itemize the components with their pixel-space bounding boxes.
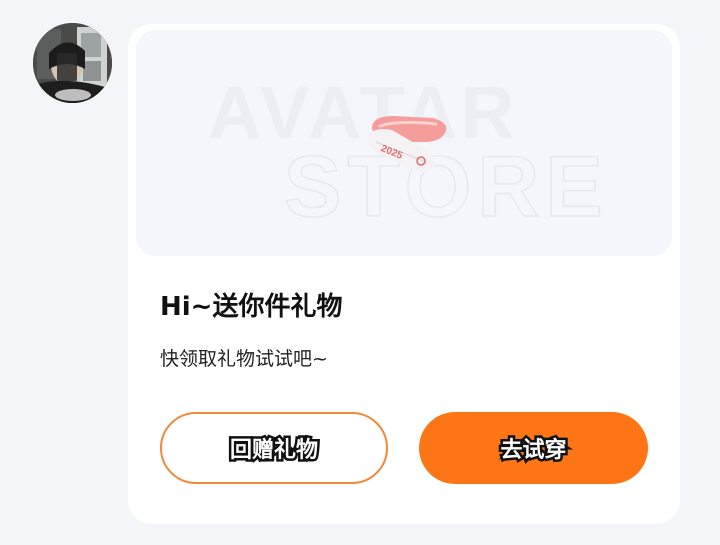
user-avatar-photo-icon [33, 23, 112, 103]
banner-watermark-line2: STORE [284, 139, 609, 235]
try-on-button[interactable]: 去试穿 [419, 412, 648, 484]
sender-avatar[interactable] [33, 23, 112, 103]
return-gift-label: 回赠礼物 [227, 436, 320, 466]
gift-banner: AVATAR STORE 2025 [136, 30, 672, 256]
gift-card: AVATAR STORE 2025 Hi~送你件礼物 快领取礼物试试吧~ 回赠礼… [128, 24, 680, 524]
return-gift-button[interactable]: 回赠礼物 [160, 412, 388, 484]
gift-banner-art: AVATAR STORE 2025 [208, 71, 609, 236]
gift-subtitle: 快领取礼物试试吧~ [160, 348, 328, 370]
try-on-label: 去试穿 [498, 436, 569, 466]
gift-title: Hi~送你件礼物 [160, 292, 343, 322]
